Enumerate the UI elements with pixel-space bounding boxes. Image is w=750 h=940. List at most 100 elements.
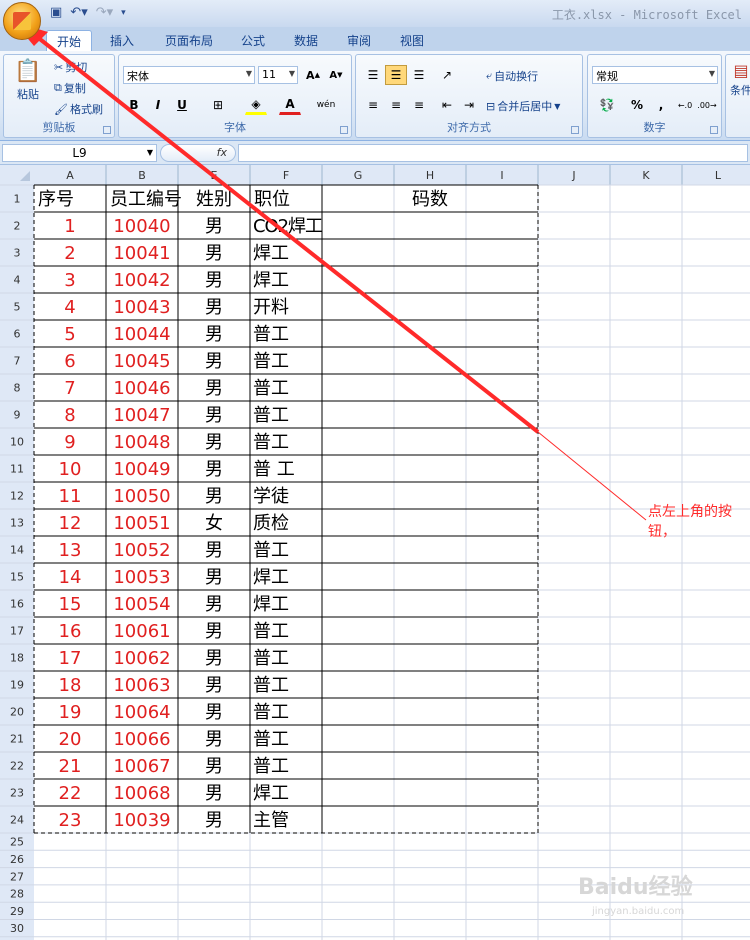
cell-gender[interactable]: 男 — [205, 702, 223, 723]
column-header-L[interactable]: L — [715, 169, 722, 182]
cell-index[interactable]: 7 — [64, 378, 75, 399]
cell-employee-id[interactable]: 10051 — [113, 513, 170, 534]
row-header-15[interactable]: 15 — [10, 571, 24, 584]
save-icon[interactable]: ▣ — [48, 5, 64, 20]
row-header-8[interactable]: 8 — [14, 382, 21, 395]
row-header-6[interactable]: 6 — [14, 328, 21, 341]
undo-icon[interactable]: ↶▾ — [68, 5, 89, 20]
font-name-select[interactable]: 宋体 ▼ — [123, 66, 255, 84]
insert-function-button[interactable]: fx — [160, 144, 236, 162]
tab-insert[interactable]: 插入 — [100, 30, 144, 51]
cell-employee-id[interactable]: 10044 — [113, 324, 170, 345]
cell-gender[interactable]: 男 — [205, 432, 223, 453]
cell-position[interactable]: 主管 — [253, 810, 289, 831]
cell-employee-id[interactable]: 10040 — [113, 216, 170, 237]
decrease-indent-button[interactable]: ⇤ — [436, 95, 458, 115]
font-launcher-icon[interactable] — [340, 126, 348, 134]
merge-center-button[interactable]: ⊟ 合并后居中 ▼ — [486, 98, 560, 114]
conditional-format-button[interactable]: ▤ 条件 — [730, 61, 750, 98]
cell-employee-id[interactable]: 10064 — [113, 702, 170, 723]
cell-position[interactable]: 普工 — [253, 729, 289, 750]
row-header-22[interactable]: 22 — [10, 760, 24, 773]
cell-index[interactable]: 9 — [64, 432, 75, 453]
cell-position[interactable]: 焊工 — [253, 594, 289, 615]
cell-employee-id[interactable]: 10041 — [113, 243, 170, 264]
column-header-J[interactable]: J — [571, 169, 575, 182]
cell-index[interactable]: 13 — [59, 540, 82, 561]
row-header-27[interactable]: 27 — [10, 870, 24, 883]
row-header-17[interactable]: 17 — [10, 625, 24, 638]
orientation-button[interactable]: ↗ — [436, 65, 458, 85]
cell-employee-id[interactable]: 10062 — [113, 648, 170, 669]
cell-gender[interactable]: 男 — [205, 675, 223, 696]
office-button[interactable] — [3, 2, 41, 40]
tab-page-layout[interactable]: 页面布局 — [155, 30, 223, 51]
cell-index[interactable]: 20 — [59, 729, 82, 750]
comma-button[interactable]: , — [650, 95, 672, 115]
phonetic-button[interactable]: wén — [315, 95, 337, 115]
cell-employee-id[interactable]: 10039 — [113, 810, 170, 831]
row-header-28[interactable]: 28 — [10, 888, 24, 901]
cell-gender[interactable]: 男 — [205, 324, 223, 345]
row-header-4[interactable]: 4 — [14, 274, 21, 287]
row-header-2[interactable]: 2 — [14, 220, 21, 233]
row-header-24[interactable]: 24 — [10, 814, 24, 827]
redo-icon[interactable]: ↷▾ — [94, 5, 115, 20]
cell-employee-id[interactable]: 10052 — [113, 540, 170, 561]
cell-position[interactable]: 普工 — [253, 702, 289, 723]
align-center-button[interactable]: ≡ — [385, 95, 407, 115]
cell-index[interactable]: 3 — [64, 270, 75, 291]
cell-employee-id[interactable]: 10045 — [113, 351, 170, 372]
fill-color-button[interactable]: ◈ — [245, 95, 267, 115]
cell-position[interactable]: 普 工 — [253, 459, 295, 480]
increase-decimal-button[interactable]: ←.0 — [674, 95, 696, 115]
cell-gender[interactable]: 男 — [205, 540, 223, 561]
cell-index[interactable]: 5 — [64, 324, 75, 345]
align-top-button[interactable]: ☰ — [362, 65, 384, 85]
clipboard-launcher-icon[interactable] — [103, 126, 111, 134]
cell-gender[interactable]: 男 — [205, 243, 223, 264]
tab-home[interactable]: 开始 — [46, 30, 93, 51]
row-header-25[interactable]: 25 — [10, 836, 24, 849]
row-header-11[interactable]: 11 — [10, 463, 24, 476]
cell-position[interactable]: 普工 — [253, 405, 289, 426]
cell-index[interactable]: 22 — [59, 783, 82, 804]
row-header-29[interactable]: 29 — [10, 905, 24, 918]
row-header-16[interactable]: 16 — [10, 598, 24, 611]
cell-position[interactable]: 开料 — [253, 297, 289, 318]
column-header-H[interactable]: H — [426, 169, 434, 182]
row-header-13[interactable]: 13 — [10, 517, 24, 530]
tab-view[interactable]: 视图 — [390, 30, 434, 51]
row-header-23[interactable]: 23 — [10, 787, 24, 800]
cut-button[interactable]: ✂ 剪切 — [54, 59, 87, 75]
cell-position[interactable]: 普工 — [253, 648, 289, 669]
cell-index[interactable]: 23 — [59, 810, 82, 831]
column-header-A[interactable]: A — [66, 169, 74, 182]
row-header-3[interactable]: 3 — [14, 247, 21, 260]
row-header-10[interactable]: 10 — [10, 436, 24, 449]
formula-input[interactable] — [238, 144, 748, 162]
cell-index[interactable]: 18 — [59, 675, 82, 696]
cell-index[interactable]: 2 — [64, 243, 75, 264]
tab-data[interactable]: 数据 — [284, 30, 328, 51]
cell-index[interactable]: 4 — [64, 297, 75, 318]
cell-position[interactable]: 普工 — [253, 351, 289, 372]
cell-position[interactable]: 焊工 — [253, 567, 289, 588]
align-bottom-button[interactable]: ☰ — [408, 65, 430, 85]
row-header-5[interactable]: 5 — [14, 301, 21, 314]
cell-position[interactable]: 普工 — [253, 675, 289, 696]
cell-gender[interactable]: 男 — [205, 270, 223, 291]
cell-position[interactable]: 普工 — [253, 756, 289, 777]
border-button[interactable]: ⊞ — [207, 95, 229, 115]
cell-employee-id[interactable]: 10066 — [113, 729, 170, 750]
cell-position[interactable]: 普工 — [253, 621, 289, 642]
cell-employee-id[interactable]: 10050 — [113, 486, 170, 507]
cell-gender[interactable]: 男 — [205, 378, 223, 399]
bold-button[interactable]: B — [123, 95, 145, 115]
row-header-21[interactable]: 21 — [10, 733, 24, 746]
column-header-E[interactable]: E — [211, 169, 218, 182]
row-header-19[interactable]: 19 — [10, 679, 24, 692]
number-launcher-icon[interactable] — [710, 126, 718, 134]
row-header-26[interactable]: 26 — [10, 853, 24, 866]
cell-position[interactable]: 普工 — [253, 540, 289, 561]
